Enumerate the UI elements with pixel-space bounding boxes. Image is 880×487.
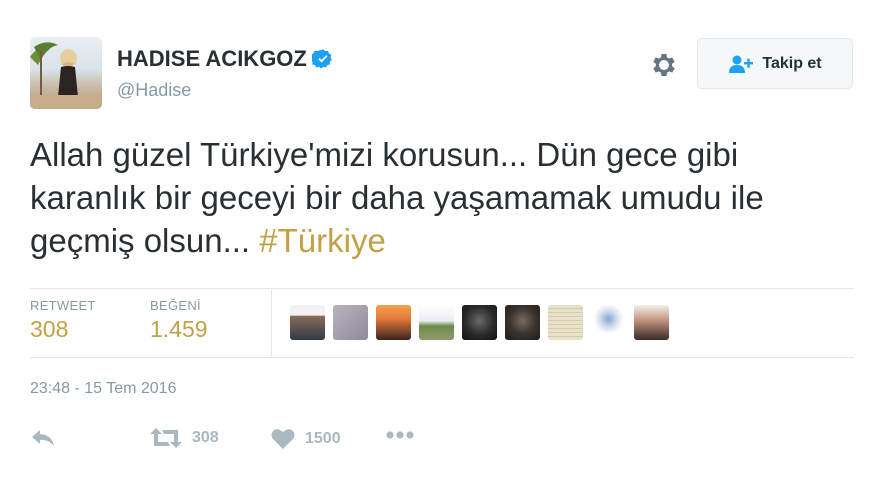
liker-avatar[interactable] [290,305,325,340]
gear-icon[interactable] [649,50,679,80]
retweet-count: 308 [192,429,219,446]
liker-avatar[interactable] [462,305,497,340]
like-count: 1500 [305,429,341,447]
liker-avatar[interactable] [548,305,583,340]
tweet-timestamp[interactable]: 23:48 - 15 Tem 2016 [30,380,176,398]
follow-user-icon [729,55,754,73]
retweet-button[interactable]: 308 [150,428,219,448]
liker-avatar[interactable] [333,305,368,340]
follow-button[interactable]: Takip et [697,38,853,89]
user-handle[interactable]: @Hadise [117,80,191,101]
like-stat[interactable]: BEĞENİ 1.459 [150,298,208,343]
liker-avatar[interactable] [505,305,540,340]
liker-avatar[interactable] [419,305,454,340]
avatar[interactable] [30,37,102,109]
stats-bottom-divider [30,357,854,358]
retweet-stat[interactable]: RETWEET 308 [30,298,96,343]
liker-avatar[interactable] [634,305,669,340]
liker-avatar[interactable] [376,305,411,340]
user-name[interactable]: HADISE ACIKGOZ [117,46,334,72]
stats-top-divider [30,288,854,289]
liker-avatar[interactable] [591,305,626,340]
stats-vertical-divider [271,290,272,357]
retweet-stat-value: 308 [30,316,69,342]
like-heart-icon [271,429,295,449]
tweet-text: Allah güzel Türkiye'mizi korusun... Dün … [30,133,850,262]
more-icon [386,431,414,439]
tweet-text-body: Allah güzel Türkiye'mizi korusun... Dün … [30,136,764,259]
liker-avatars [290,305,669,340]
retweet-stat-label: RETWEET [30,298,96,313]
more-button[interactable] [385,430,415,440]
like-button[interactable]: 1500 [271,428,341,449]
like-stat-label: BEĞENİ [150,298,201,313]
avatar-photo [30,42,102,109]
follow-button-label: Takip et [762,54,822,72]
reply-button[interactable] [30,428,56,448]
hashtag-link[interactable]: #Türkiye [259,222,386,259]
reply-icon [32,430,54,446]
like-stat-value: 1.459 [150,316,208,342]
user-name-text[interactable]: HADISE ACIKGOZ [117,46,307,72]
verified-badge-icon [311,49,332,69]
retweet-icon [150,428,182,448]
